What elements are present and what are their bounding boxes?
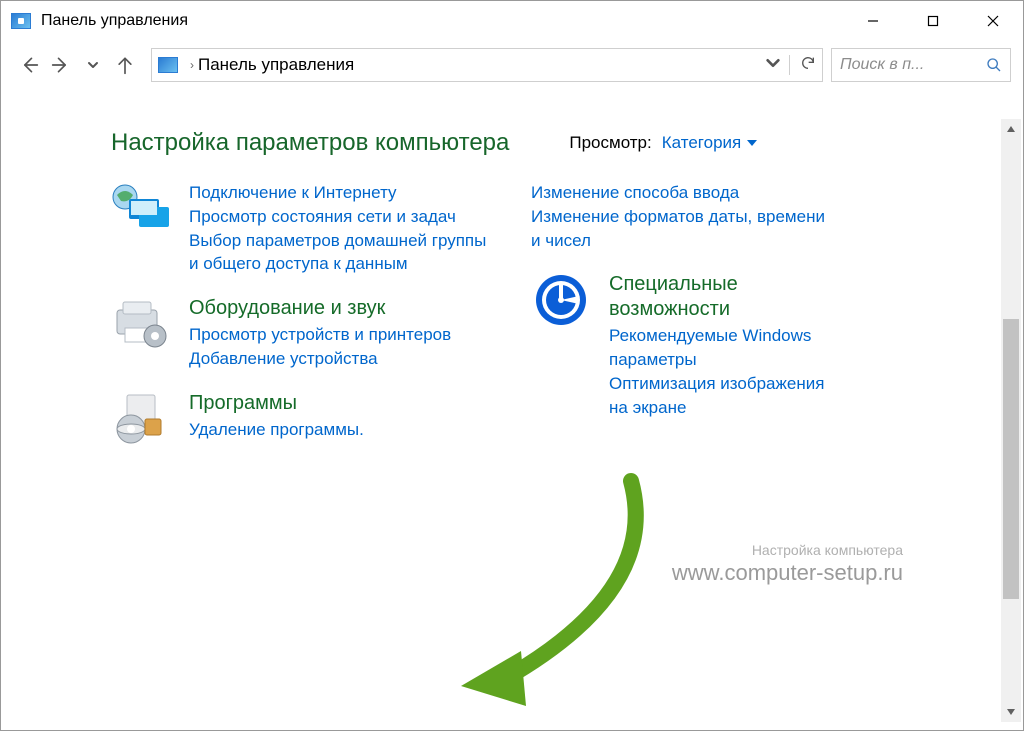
link-devices-printers[interactable]: Просмотр устройств и принтеров bbox=[189, 323, 491, 347]
category-title-hardware[interactable]: Оборудование и звук bbox=[189, 296, 491, 321]
forward-button[interactable] bbox=[45, 49, 77, 81]
control-panel-icon bbox=[158, 57, 178, 73]
category-title-ease[interactable]: Специальные возможности bbox=[609, 272, 831, 322]
link-date-formats[interactable]: Изменение форматов даты, времени и чисел bbox=[531, 205, 831, 253]
link-network-status[interactable]: Просмотр состояния сети и задач bbox=[189, 205, 491, 229]
column-right: Изменение способа ввода Изменение формат… bbox=[531, 181, 831, 471]
printer-icon bbox=[111, 296, 171, 356]
control-panel-icon bbox=[11, 13, 31, 29]
search-input[interactable]: Поиск в п... bbox=[831, 48, 1011, 82]
refresh-button[interactable] bbox=[789, 55, 816, 75]
view-by-value: Категория bbox=[662, 133, 741, 153]
category-body: Специальные возможности Рекомендуемые Wi… bbox=[609, 272, 831, 419]
category-programs: Программы Удаление программы. bbox=[111, 391, 491, 451]
close-button[interactable] bbox=[963, 1, 1023, 41]
page-heading: Настройка параметров компьютера bbox=[111, 129, 509, 157]
chevron-right-icon: › bbox=[190, 58, 194, 72]
link-input-method[interactable]: Изменение способа ввода bbox=[531, 181, 831, 205]
categories: Подключение к Интернету Просмотр состоян… bbox=[111, 181, 993, 471]
category-ease-of-access: Специальные возможности Рекомендуемые Wi… bbox=[531, 272, 831, 419]
link-homegroup[interactable]: Выбор параметров домашней группы и общег… bbox=[189, 229, 491, 277]
category-body: Программы Удаление программы. bbox=[189, 391, 491, 451]
history-dropdown[interactable] bbox=[77, 49, 109, 81]
column-left: Подключение к Интернету Просмотр состоян… bbox=[111, 181, 491, 471]
category-body: Изменение способа ввода Изменение формат… bbox=[531, 181, 831, 252]
scroll-down-button[interactable] bbox=[1001, 702, 1021, 722]
address-bar[interactable]: › Панель управления bbox=[151, 48, 823, 82]
view-by-label: Просмотр: bbox=[569, 133, 651, 153]
scroll-up-button[interactable] bbox=[1001, 119, 1021, 139]
category-body: Оборудование и звук Просмотр устройств и… bbox=[189, 296, 491, 371]
view-by-dropdown[interactable]: Категория bbox=[662, 133, 757, 153]
minimize-button[interactable] bbox=[843, 1, 903, 41]
link-recommended[interactable]: Рекомендуемые Windows параметры bbox=[609, 324, 831, 372]
category-network: Подключение к Интернету Просмотр состоян… bbox=[111, 181, 491, 276]
category-title-programs[interactable]: Программы bbox=[189, 391, 491, 416]
programs-icon bbox=[111, 391, 171, 451]
search-placeholder: Поиск в п... bbox=[840, 56, 986, 74]
titlebar: Панель управления bbox=[1, 1, 1023, 41]
back-button[interactable] bbox=[13, 49, 45, 81]
watermark: Настройка компьютера www.computer-setup.… bbox=[672, 541, 903, 588]
link-add-device[interactable]: Добавление устройства bbox=[189, 347, 491, 371]
address-dropdown[interactable] bbox=[765, 55, 781, 75]
window-title: Панель управления bbox=[41, 12, 188, 30]
content-area: Настройка параметров компьютера Просмотр… bbox=[1, 111, 1023, 730]
scroll-track[interactable] bbox=[1001, 139, 1021, 702]
chevron-down-icon bbox=[747, 138, 757, 148]
breadcrumb[interactable]: Панель управления bbox=[198, 55, 354, 75]
nav-toolbar: › Панель управления Поиск в п... bbox=[1, 41, 1023, 89]
category-body: Подключение к Интернету Просмотр состоян… bbox=[189, 181, 491, 276]
heading-row: Настройка параметров компьютера Просмотр… bbox=[111, 129, 993, 157]
watermark-url: www.computer-setup.ru bbox=[672, 559, 903, 588]
maximize-button[interactable] bbox=[903, 1, 963, 41]
up-button[interactable] bbox=[109, 49, 141, 81]
category-hardware: Оборудование и звук Просмотр устройств и… bbox=[111, 296, 491, 371]
link-uninstall-program[interactable]: Удаление программы. bbox=[189, 418, 491, 442]
scroll-thumb[interactable] bbox=[1003, 319, 1019, 599]
network-icon bbox=[111, 181, 171, 241]
link-optimize-display[interactable]: Оптимизация изображения на экране bbox=[609, 372, 831, 420]
link-connect[interactable]: Подключение к Интернету bbox=[189, 181, 491, 205]
search-icon bbox=[986, 57, 1002, 73]
category-region-links: Изменение способа ввода Изменение формат… bbox=[531, 181, 831, 252]
watermark-caption: Настройка компьютера bbox=[672, 541, 903, 559]
vertical-scrollbar[interactable] bbox=[1001, 119, 1021, 722]
ease-of-access-icon bbox=[531, 272, 591, 332]
